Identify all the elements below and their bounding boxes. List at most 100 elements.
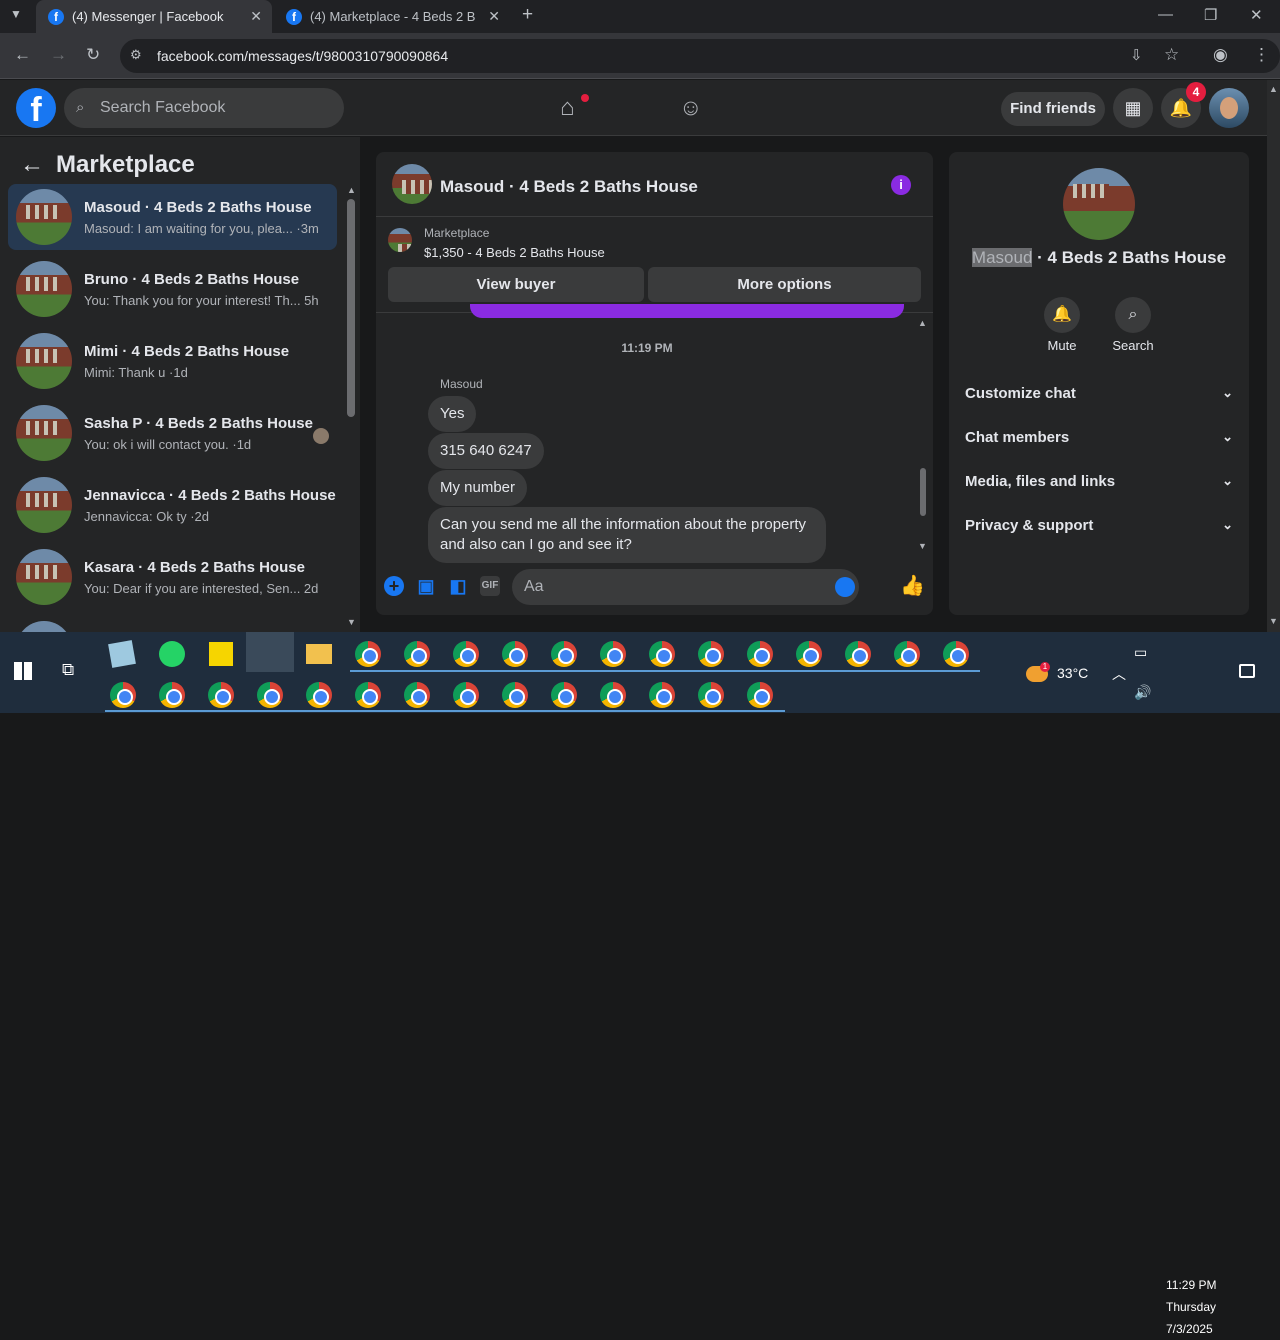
chrome-app-icon[interactable] [110, 682, 136, 708]
more-options-button[interactable]: More options [648, 267, 921, 302]
facebook-logo[interactable]: f [16, 88, 56, 128]
chat-avatar[interactable] [392, 164, 432, 204]
view-buyer-button[interactable]: View buyer [388, 267, 644, 302]
back-arrow-icon[interactable]: ← [20, 151, 44, 179]
new-tab-icon[interactable]: + [522, 4, 533, 26]
sidebar-scrollbar[interactable] [347, 199, 355, 417]
gif-icon[interactable]: GIF [480, 576, 500, 596]
conversation-item[interactable]: Mimi · 4 Beds 2 Baths House Mimi: Thank … [8, 328, 337, 394]
chrome-app-icon[interactable] [306, 682, 332, 708]
image-icon[interactable]: ▣ [416, 576, 436, 596]
tab-list-chevron-icon[interactable]: ▼ [10, 7, 22, 21]
chrome-app-icon[interactable] [159, 682, 185, 708]
volume-icon[interactable]: 🔊 [1134, 684, 1151, 701]
chrome-app-icon[interactable] [551, 682, 577, 708]
chrome-app-icon[interactable] [502, 641, 528, 667]
install-app-icon[interactable]: ⇩ [1130, 46, 1143, 64]
scroll-down-arrow-icon[interactable]: ▼ [918, 541, 927, 551]
tray-chevron-up-icon[interactable]: ︿ [1112, 664, 1126, 684]
info-icon[interactable]: i [891, 175, 911, 195]
sticker-icon[interactable]: ◧ [448, 576, 468, 596]
profile-icon[interactable]: ◉ [1213, 45, 1228, 65]
message-bubble[interactable]: My number [428, 470, 528, 506]
chrome-app-icon[interactable] [404, 682, 430, 708]
chrome-app-icon[interactable] [747, 682, 773, 708]
scroll-up-arrow-icon[interactable]: ▲ [347, 185, 356, 195]
whatsapp-app-icon[interactable] [159, 641, 185, 667]
close-tab-icon[interactable]: ✕ [250, 8, 262, 25]
scroll-up-arrow-icon[interactable]: ▲ [1269, 84, 1278, 94]
chrome-app-icon[interactable] [845, 641, 871, 667]
chrome-app-icon[interactable] [943, 641, 969, 667]
restore-icon[interactable]: ❐ [1204, 6, 1217, 24]
chrome-app-icon[interactable] [355, 682, 381, 708]
tab-messenger[interactable]: f (4) Messenger | Facebook ✕ [36, 0, 272, 33]
back-icon[interactable]: ← [14, 45, 31, 65]
conversation-item[interactable] [8, 616, 337, 632]
message-bubble[interactable]: 315 640 6247 [428, 433, 544, 469]
message-bubble[interactable]: Can you send me all the information abou… [428, 507, 826, 563]
chrome-app-icon[interactable] [698, 641, 724, 667]
chrome-app-icon[interactable] [355, 641, 381, 667]
sticky-notes-app-icon[interactable] [209, 642, 233, 666]
message-input[interactable]: Aa [512, 569, 859, 605]
emoji-icon[interactable] [835, 577, 855, 597]
url-box[interactable]: ⚙ facebook.com/messages/t/98003107900908… [120, 39, 1280, 73]
chrome-app-icon[interactable] [649, 641, 675, 667]
notification-center-icon[interactable] [1239, 664, 1255, 678]
bookmark-star-icon[interactable]: ☆ [1164, 45, 1179, 65]
conversation-item[interactable]: Jennavicca · 4 Beds 2 Baths House Jennav… [8, 472, 337, 538]
scroll-down-arrow-icon[interactable]: ▼ [1269, 616, 1278, 626]
customize-chat-section[interactable]: Customize chat ⌄ [965, 385, 1233, 402]
chrome-app-icon[interactable] [404, 641, 430, 667]
listing-price[interactable]: $1,350 - 4 Beds 2 Baths House [424, 245, 605, 260]
network-icon[interactable]: ▭ [1134, 644, 1147, 661]
like-thumb-icon[interactable]: 👍 [900, 576, 925, 596]
groups-icon[interactable]: ☺ [679, 94, 702, 121]
close-tab-icon[interactable]: ✕ [488, 8, 500, 25]
site-settings-icon[interactable]: ⚙ [130, 47, 142, 63]
reload-icon[interactable]: ↻ [86, 45, 100, 65]
temperature[interactable]: 33°C [1057, 665, 1088, 681]
search-icon[interactable]: ⌕ [1115, 297, 1151, 333]
home-icon[interactable]: ⌂ [560, 94, 575, 122]
conversation-item[interactable]: Kasara · 4 Beds 2 Baths House You: Dear … [8, 544, 337, 610]
conversation-item[interactable]: Bruno · 4 Beds 2 Baths House You: Thank … [8, 256, 337, 322]
privacy-support-section[interactable]: Privacy & support ⌄ [965, 517, 1233, 534]
menu-dots-icon[interactable]: ⋮ [1253, 45, 1270, 65]
chrome-app-icon[interactable] [453, 641, 479, 667]
forward-icon[interactable]: → [50, 45, 67, 65]
media-files-section[interactable]: Media, files and links ⌄ [965, 473, 1233, 490]
chrome-app-icon[interactable] [551, 641, 577, 667]
mute-bell-icon[interactable]: 🔔 [1044, 297, 1080, 333]
close-window-icon[interactable]: ✕ [1250, 6, 1263, 24]
scroll-up-arrow-icon[interactable]: ▲ [918, 318, 927, 328]
snipping-tool-app-icon[interactable] [246, 632, 294, 672]
task-view-icon[interactable]: ⧉ [62, 660, 74, 680]
plus-icon[interactable]: + [384, 576, 404, 596]
chrome-app-icon[interactable] [208, 682, 234, 708]
messages-scrollbar[interactable] [920, 468, 926, 516]
chrome-app-icon[interactable] [698, 682, 724, 708]
find-friends-button[interactable]: Find friends [1001, 92, 1105, 126]
chrome-app-icon[interactable] [453, 682, 479, 708]
chat-members-section[interactable]: Chat members ⌄ [965, 429, 1233, 446]
chat-title[interactable]: Masoud · 4 Beds 2 Baths House [440, 177, 698, 197]
search-input[interactable]: ⌕ Search Facebook [64, 88, 344, 128]
chrome-app-icon[interactable] [600, 641, 626, 667]
tab-marketplace[interactable]: f (4) Marketplace - 4 Beds 2 Baths House… [274, 0, 510, 33]
chrome-app-icon[interactable] [257, 682, 283, 708]
conversation-item[interactable]: Masoud · 4 Beds 2 Baths House Masoud: I … [8, 184, 337, 250]
chrome-app-icon[interactable] [747, 641, 773, 667]
conversation-item[interactable]: Sasha P · 4 Beds 2 Baths House You: ok i… [8, 400, 337, 466]
minimize-icon[interactable]: — [1158, 6, 1173, 23]
file-explorer-app-icon[interactable] [306, 644, 332, 664]
menu-grid-icon[interactable]: ▦ [1113, 88, 1153, 128]
chrome-app-icon[interactable] [502, 682, 528, 708]
notepad-app-icon[interactable] [108, 640, 136, 668]
account-avatar[interactable] [1209, 88, 1249, 128]
windows-start-icon[interactable] [14, 662, 32, 680]
scroll-down-arrow-icon[interactable]: ▼ [347, 617, 356, 627]
chrome-app-icon[interactable] [649, 682, 675, 708]
chrome-app-icon[interactable] [600, 682, 626, 708]
